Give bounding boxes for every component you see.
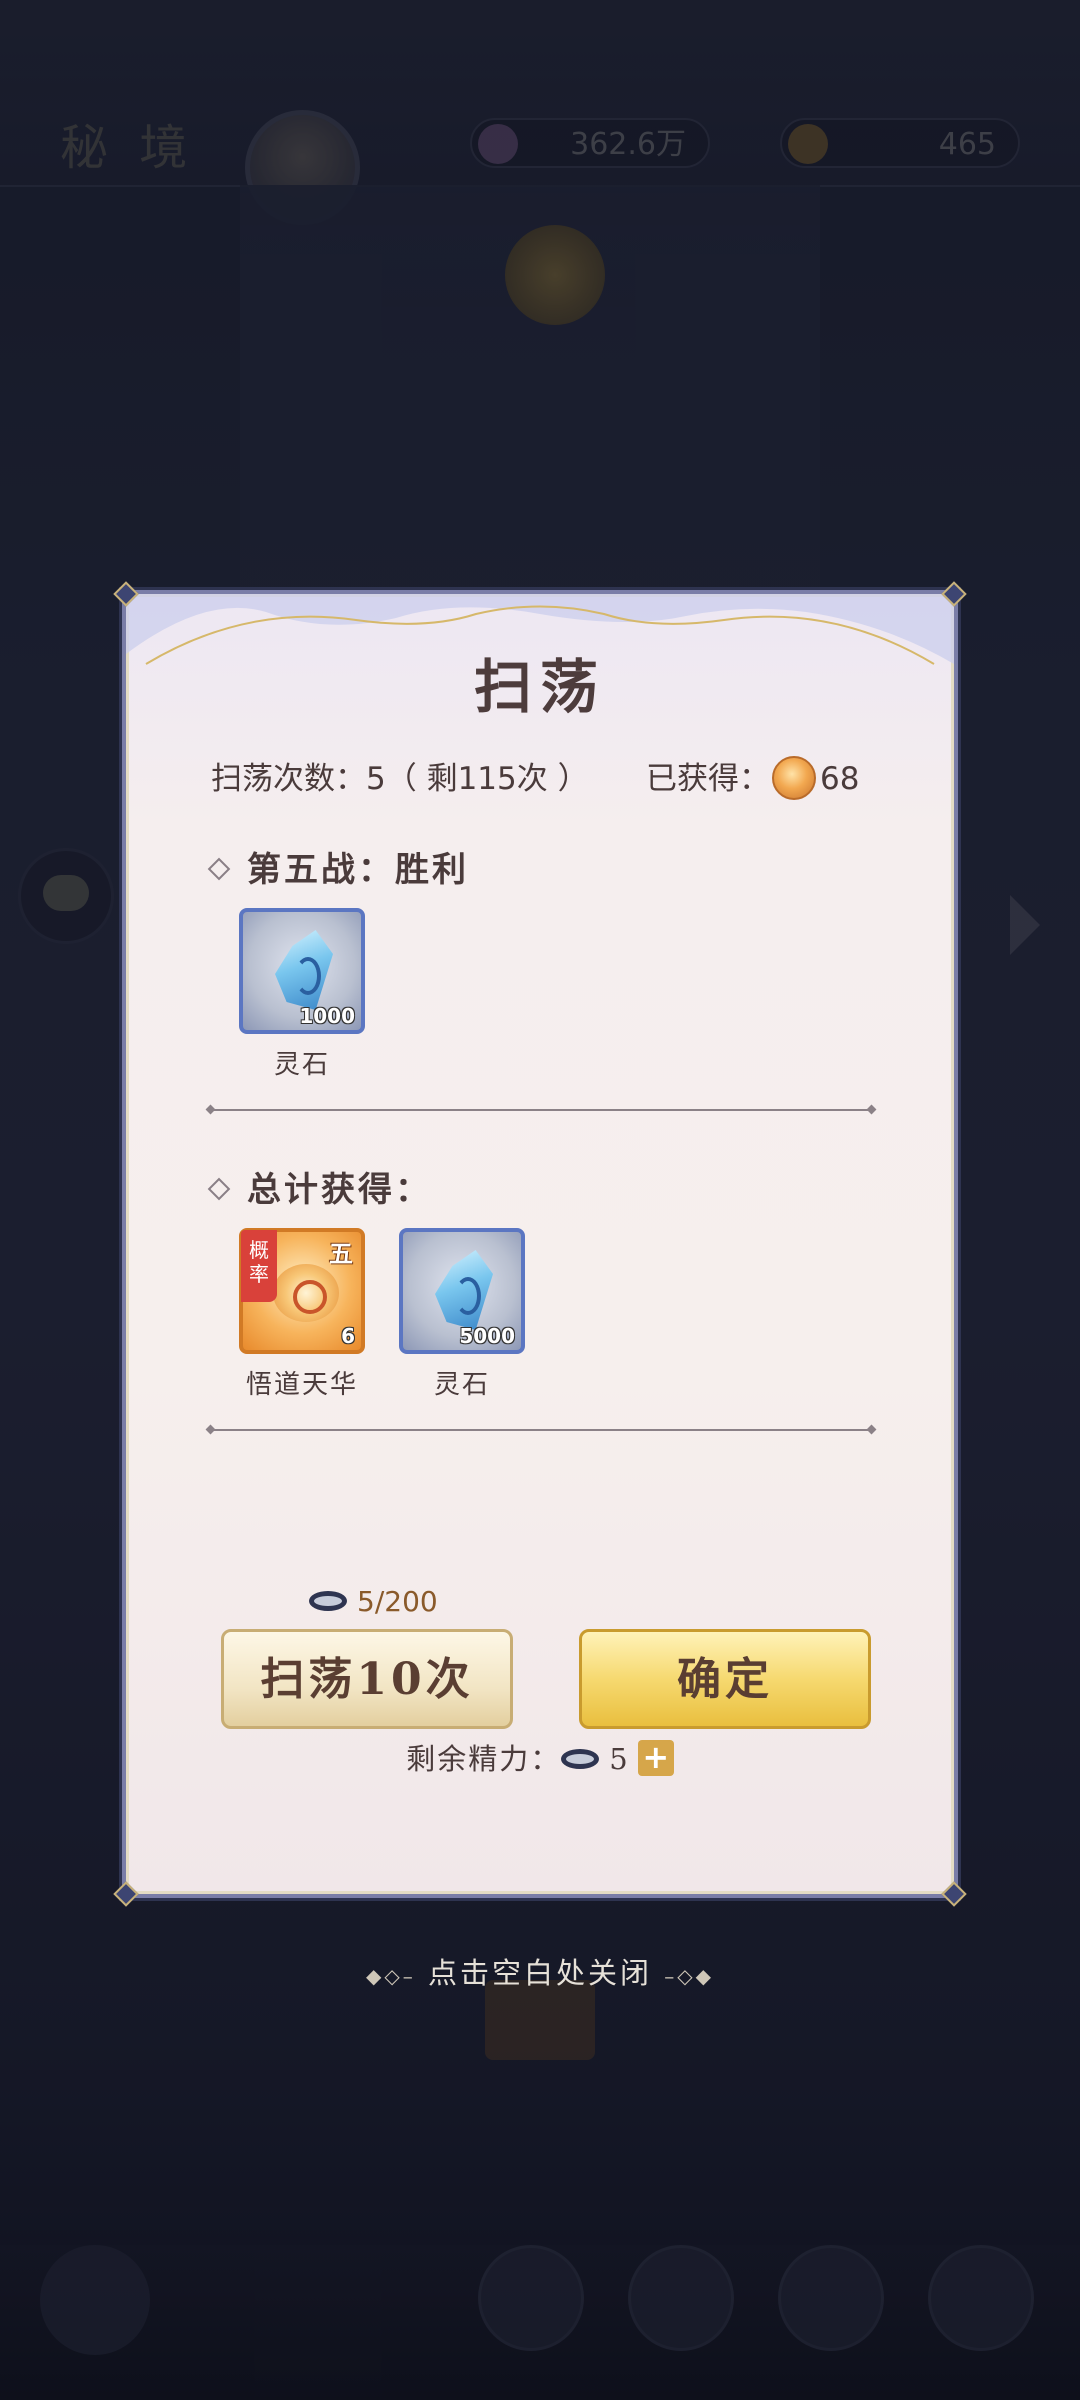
item-name: 灵石 xyxy=(273,1050,330,1080)
obtained-value: 68 xyxy=(820,761,860,797)
sweep-stats-row: 扫荡次数：5（ 剩115次 ） 已获得： 68 xyxy=(211,754,891,804)
stamina-band-icon xyxy=(561,1749,600,1769)
item-frame: 5000 xyxy=(399,1228,525,1354)
crystal-swirl xyxy=(295,957,321,995)
item-name: 灵石 xyxy=(433,1370,490,1400)
section-divider xyxy=(211,1429,871,1431)
grade-tag: 五 xyxy=(329,1239,353,1268)
reward-item[interactable]: 5000 灵石 xyxy=(395,1228,529,1401)
diamond-bullet-icon xyxy=(207,857,231,881)
obtained-label: 已获得： xyxy=(646,761,770,797)
remaining-energy: 剩余精力： 5 + xyxy=(126,1739,954,1779)
total-rewards-heading: 总计获得： xyxy=(207,1162,432,1211)
add-energy-button[interactable]: + xyxy=(637,1740,674,1776)
sweep-cost-value: 5/200 xyxy=(357,1585,438,1618)
obtained-total: 已获得： 68 xyxy=(646,754,859,804)
right-ornament-icon: –◇◆ xyxy=(664,1964,714,1988)
close-hint-text: 点击空白处关闭 xyxy=(427,1956,652,1990)
flower-core xyxy=(293,1280,327,1314)
left-ornament-icon: ◆◇– xyxy=(366,1964,416,1988)
confirm-button[interactable]: 确定 xyxy=(579,1629,871,1729)
sweep-count: 扫荡次数：5（ 剩115次 ） xyxy=(211,754,589,804)
wudao-coin-icon xyxy=(772,755,816,800)
sweep-count-value: 5（ 剩115次 ） xyxy=(366,761,589,797)
diamond-bullet-icon xyxy=(207,1177,231,1201)
sweep-result-dialog: 扫荡 扫荡次数：5（ 剩115次 ） 已获得： 68 第五战：胜利 1000 灵石… xyxy=(113,581,967,1907)
energy-value: 5 xyxy=(609,1742,630,1776)
section-divider xyxy=(211,1109,871,1111)
item-frame: 概率 五 6 xyxy=(239,1228,365,1354)
sweep-count-label: 扫荡次数： xyxy=(211,761,366,797)
sweep-10-button[interactable]: 扫荡10次 xyxy=(221,1629,513,1729)
battle-result-heading: 第五战：胜利 xyxy=(207,842,469,891)
item-count: 1000 xyxy=(299,1004,355,1028)
reward-item[interactable]: 概率 五 6 悟道天华 xyxy=(235,1228,369,1401)
item-name: 悟道天华 xyxy=(245,1370,358,1400)
sweep-cost: 5/200 xyxy=(309,1584,438,1620)
crystal-swirl xyxy=(455,1277,481,1315)
reward-item[interactable]: 1000 灵石 xyxy=(235,908,369,1081)
stamina-band-icon xyxy=(309,1591,347,1611)
dialog-title: 扫荡 xyxy=(473,653,606,721)
energy-label: 剩余精力： xyxy=(406,1742,562,1776)
probability-tag: 概率 xyxy=(241,1230,277,1302)
item-count: 6 xyxy=(341,1324,355,1348)
close-hint[interactable]: ◆◇– 点击空白处关闭 –◇◆ xyxy=(0,1950,1080,1992)
item-count: 5000 xyxy=(459,1324,515,1348)
item-frame: 1000 xyxy=(239,908,365,1034)
